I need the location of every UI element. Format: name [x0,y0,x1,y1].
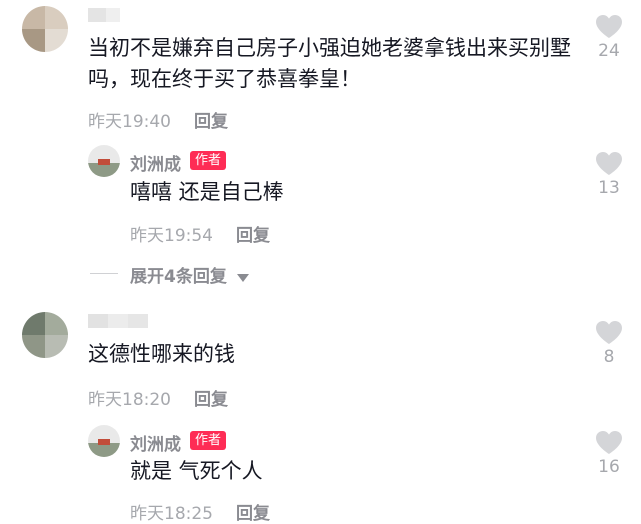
author-badge: 作者 [190,151,227,170]
expand-replies-button[interactable]: 展开4条回复 [130,262,249,287]
heart-icon [596,431,622,454]
like-button[interactable]: 13 [589,151,629,198]
author-avatar[interactable] [88,145,120,177]
comment-text-line2: 吗，现在终于买了恭喜拳皇！ [88,67,361,91]
username-blurred[interactable] [88,314,108,328]
comment-text-line1: 当初不是嫌弃自己房子小强迫她老婆拿钱出来买别墅 [88,36,571,60]
reply-button[interactable]: 回复 [194,107,228,132]
reply-button[interactable]: 回复 [236,221,270,246]
comment-time: 昨天19:40 [88,112,171,132]
author-avatar[interactable] [88,425,120,457]
username-blurred-part [128,314,148,328]
like-count: 13 [598,178,620,198]
author-badge: 作者 [190,431,227,450]
reply-text: 嘻嘻 还是自己棒 [130,180,284,204]
author-name[interactable]: 刘洲成 [130,150,181,175]
comment-time: 昨天18:20 [88,390,171,410]
heart-icon [596,15,622,38]
username-blurred[interactable] [88,8,106,22]
reply-button[interactable]: 回复 [194,385,228,410]
like-button[interactable]: 24 [589,14,629,61]
avatar[interactable] [22,312,68,358]
reply-time: 昨天19:54 [130,226,213,246]
username-blurred-part [106,8,120,22]
author-name[interactable]: 刘洲成 [130,430,181,455]
heart-icon [596,152,622,175]
heart-icon [596,321,622,344]
comment-text-line1: 这德性哪来的钱 [88,342,235,366]
like-count: 16 [598,457,620,477]
avatar[interactable] [22,6,68,52]
reply-time: 昨天18:25 [130,504,213,524]
reply-text: 就是 气死个人 [130,459,263,483]
like-button[interactable]: 16 [589,430,629,477]
like-button[interactable]: 8 [589,320,629,367]
expand-divider [90,273,118,274]
username-blurred-part [108,314,128,328]
like-count: 8 [603,347,615,367]
like-count: 24 [598,41,620,61]
chevron-down-icon [236,267,249,287]
expand-label: 展开4条回复 [130,267,227,287]
reply-button[interactable]: 回复 [236,499,270,524]
